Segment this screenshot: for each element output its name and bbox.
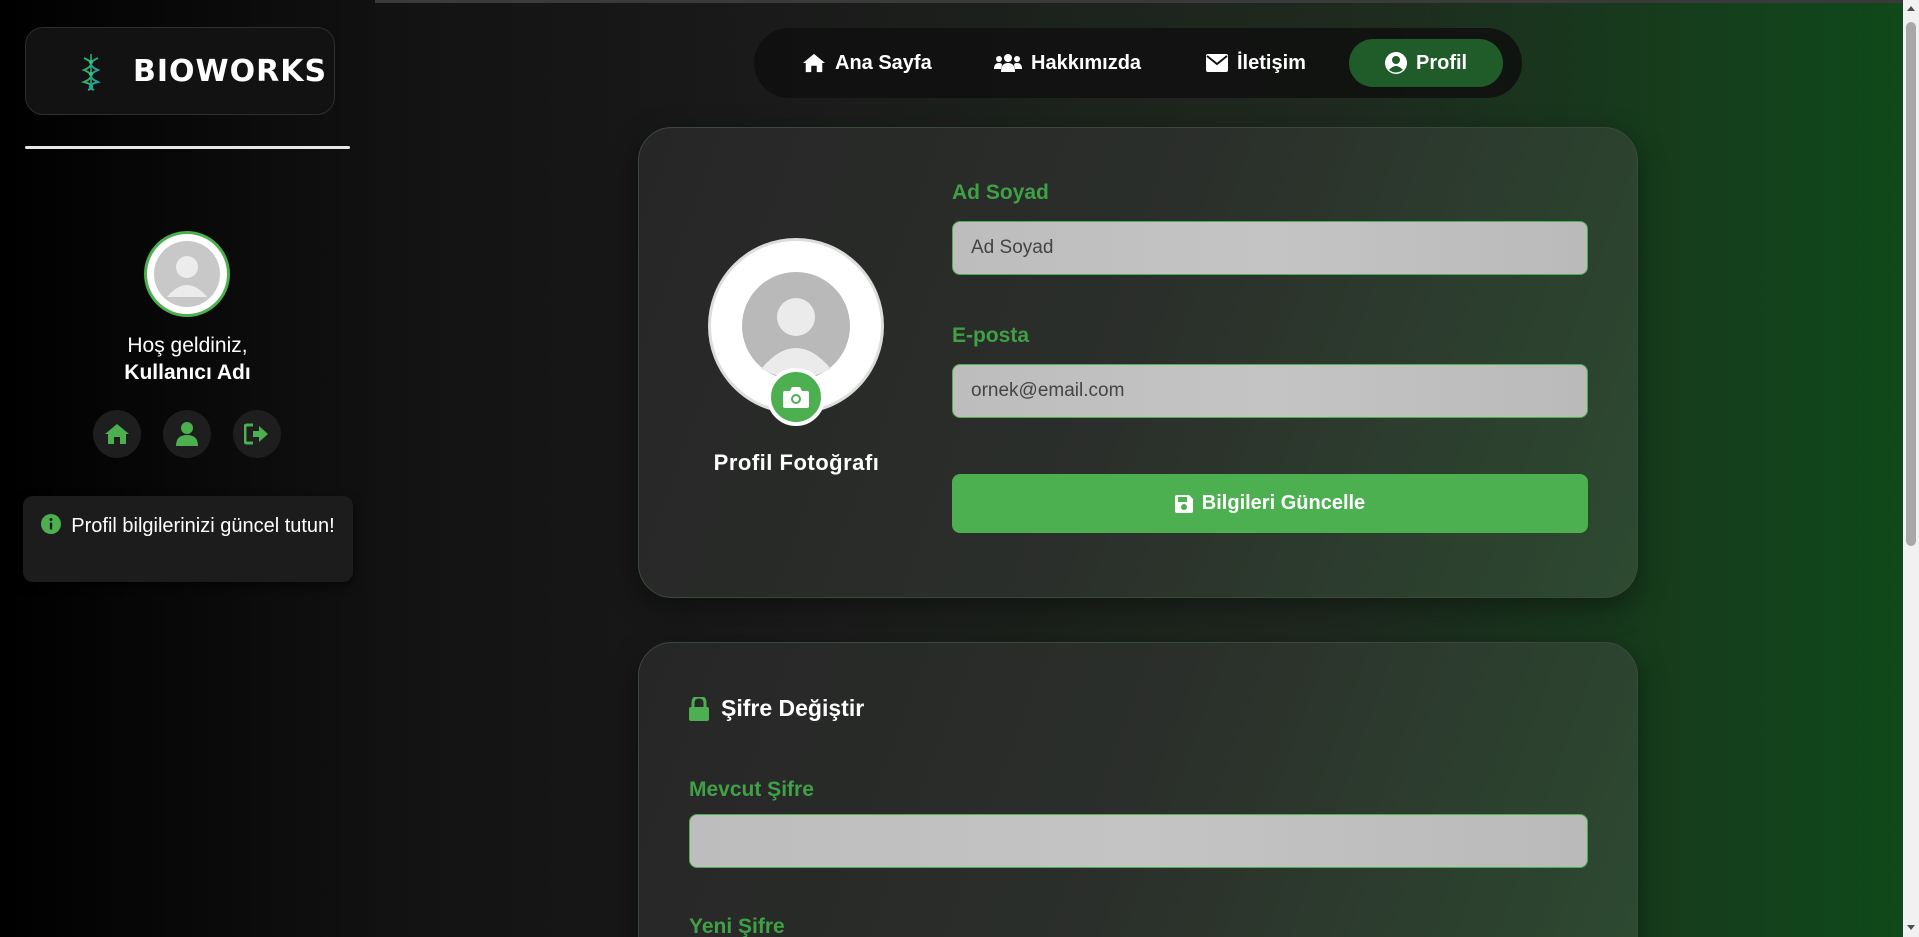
users-icon: [994, 54, 1022, 72]
nav-contact[interactable]: İletişim: [1206, 39, 1306, 87]
username: Kullanıcı Adı: [124, 361, 251, 384]
home-icon: [105, 424, 129, 444]
avatar[interactable]: [144, 231, 230, 317]
user-avatar-icon: [154, 241, 220, 307]
name-input[interactable]: [952, 221, 1588, 275]
quick-profile-button[interactable]: [163, 410, 211, 458]
quick-home-button[interactable]: [93, 410, 141, 458]
lock-icon: [689, 696, 709, 721]
welcome-text: Hoş geldiniz, Kullanıcı Adı: [0, 332, 375, 386]
quick-logout-button[interactable]: [233, 410, 281, 458]
user-icon: [176, 422, 198, 446]
name-label: Ad Soyad: [952, 181, 1049, 204]
info-icon: [41, 514, 62, 534]
top-nav: Ana Sayfa Hakkımızda İletişim Profil: [754, 28, 1522, 98]
password-card: Şifre Değiştir Mevcut Şifre Yeni Şifre: [638, 642, 1638, 937]
nav-label: Ana Sayfa: [835, 51, 932, 74]
scroll-thumb[interactable]: [1906, 22, 1916, 546]
nav-label: Hakkımızda: [1031, 51, 1142, 74]
scrollbar[interactable]: [1903, 0, 1919, 937]
password-title: Şifre Değiştir: [689, 695, 864, 722]
nav-label: Profil: [1416, 51, 1468, 74]
dna-leaf-icon: [81, 54, 101, 91]
user-circle-icon: [1385, 52, 1407, 74]
photo-label: Profil Fotoğrafı: [713, 450, 880, 475]
profile-card: Profil Fotoğrafı Ad Soyad E-posta Bilgil…: [638, 127, 1638, 598]
email-label: E-posta: [952, 324, 1030, 347]
update-button[interactable]: Bilgileri Güncelle: [952, 474, 1588, 533]
brand[interactable]: BIOWORKS: [25, 27, 335, 115]
user-avatar-icon: [742, 272, 850, 380]
scroll-down-arrow[interactable]: [1907, 925, 1915, 930]
nav-profile[interactable]: Profil: [1349, 39, 1504, 87]
welcome-line: Hoş geldiniz,: [127, 334, 248, 357]
envelope-icon: [1206, 54, 1228, 72]
scroll-up-arrow[interactable]: [1907, 6, 1915, 11]
tip-box: Profil bilgilerinizi güncel tutun!: [23, 496, 353, 582]
new-password-label: Yeni Şifre: [689, 915, 785, 937]
current-password-label: Mevcut Şifre: [689, 778, 814, 801]
current-password-input[interactable]: [689, 814, 1588, 868]
brand-name: BIOWORKS: [133, 54, 328, 89]
password-title-text: Şifre Değiştir: [721, 695, 865, 721]
camera-icon: [783, 387, 809, 408]
change-photo-button[interactable]: [767, 368, 825, 426]
nav-label: İletişim: [1237, 51, 1306, 74]
nav-home[interactable]: Ana Sayfa: [802, 39, 932, 87]
home-icon: [803, 53, 825, 73]
email-input[interactable]: [952, 364, 1588, 418]
update-button-label: Bilgileri Güncelle: [1201, 492, 1366, 514]
nav-about[interactable]: Hakkımızda: [994, 39, 1141, 87]
divider: [25, 146, 350, 149]
tip-text: Profil bilgilerinizi güncel tutun!: [71, 515, 335, 537]
sidebar: BIOWORKS Hoş geldiniz, Kullanıcı Adı Pro…: [0, 0, 375, 937]
logout-icon: [244, 423, 268, 445]
save-icon: [1174, 494, 1193, 513]
